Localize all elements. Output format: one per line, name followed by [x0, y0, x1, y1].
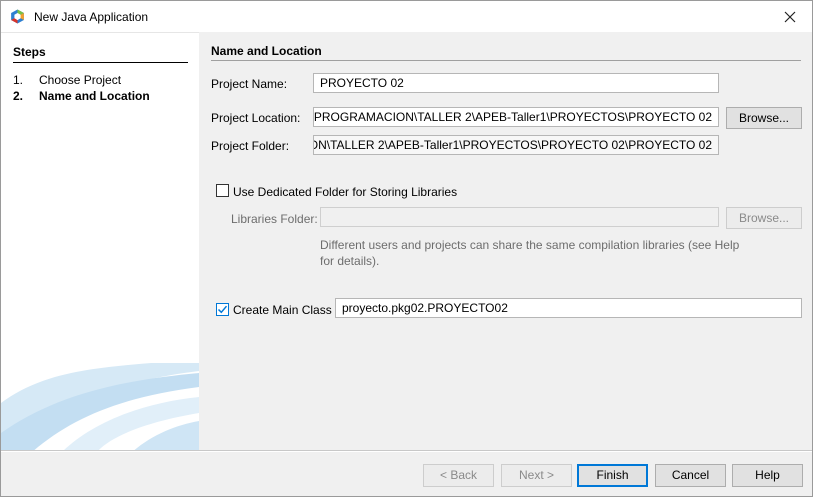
dedicated-folder-label: Use Dedicated Folder for Storing Librari…	[233, 185, 458, 199]
step-label: Name and Location	[39, 89, 150, 103]
new-java-application-dialog: New Java Application Steps 1. Choose Proj…	[0, 0, 813, 497]
cancel-button[interactable]: Cancel	[655, 464, 726, 487]
footer-divider-highlight	[1, 451, 812, 452]
project-location-label: Project Location:	[211, 111, 301, 125]
step-choose-project: 1. Choose Project	[13, 73, 121, 87]
help-button[interactable]: Help	[732, 464, 803, 487]
project-folder-label: Project Folder:	[211, 139, 290, 153]
step-name-and-location: 2. Name and Location	[13, 89, 150, 103]
dedicated-folder-checkbox[interactable]	[216, 184, 229, 197]
steps-panel: Steps 1. Choose Project 2. Name and Locati…	[1, 32, 199, 451]
section-title: Name and Location	[211, 44, 801, 61]
project-folder-field[interactable]: ACION\TALLER 2\APEB-Taller1\PROYECTOS\PR…	[313, 135, 719, 155]
step-label: Choose Project	[39, 73, 122, 87]
finish-button[interactable]: Finish	[577, 464, 648, 487]
back-button[interactable]: < Back	[423, 464, 494, 487]
libraries-folder-input[interactable]	[320, 207, 719, 227]
create-main-class-label: Create Main Class	[233, 303, 332, 317]
project-name-label: Project Name:	[211, 77, 288, 91]
name-and-location-panel: Name and Location Project Name: PROYECTO…	[199, 32, 812, 450]
decorative-swoosh-graphic	[1, 363, 199, 451]
main-class-input[interactable]: proyecto.pkg02.PROYECTO02	[335, 298, 802, 318]
libraries-folder-label: Libraries Folder:	[231, 212, 318, 226]
libraries-browse-button[interactable]: Browse...	[726, 207, 802, 229]
checkmark-icon	[217, 305, 228, 314]
steps-header: Steps	[13, 45, 188, 63]
window-title: New Java Application	[34, 10, 149, 24]
libraries-hint-text: Different users and projects can share t…	[320, 238, 740, 268]
project-location-input[interactable]: S DE PROGRAMACION\TALLER 2\APEB-Taller1\…	[313, 107, 719, 127]
close-icon	[784, 11, 795, 22]
project-location-browse-button[interactable]: Browse...	[726, 107, 802, 129]
step-number: 2.	[13, 89, 24, 103]
project-name-input[interactable]: PROYECTO 02	[313, 73, 719, 93]
create-main-class-checkbox[interactable]	[216, 303, 229, 316]
title-bar: New Java Application	[1, 1, 812, 32]
step-number: 1.	[13, 73, 24, 87]
next-button[interactable]: Next >	[501, 464, 572, 487]
close-button[interactable]	[767, 1, 812, 32]
netbeans-hexagon-icon	[11, 9, 24, 24]
